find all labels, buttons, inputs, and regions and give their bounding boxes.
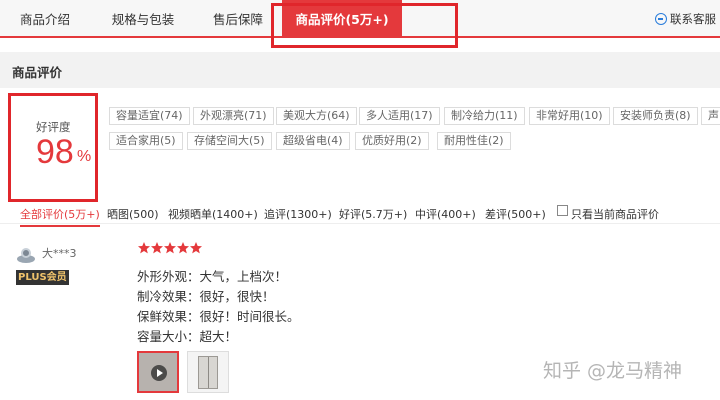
star-icon <box>151 242 163 254</box>
comment-line: 保鲜效果：很好！时间很长。 <box>137 309 300 324</box>
video-thumbnail[interactable] <box>137 351 179 393</box>
section-title: 商品评价 <box>12 65 63 80</box>
filter-neutral[interactable]: 中评(400+) <box>415 206 476 222</box>
current-only-checkbox[interactable] <box>557 205 568 216</box>
review-tag[interactable]: 美观大方(64) <box>276 107 357 125</box>
review-tag[interactable]: 非常好用(10) <box>529 107 610 125</box>
review-tag[interactable]: 适合家用(5) <box>109 132 183 150</box>
section-header: 商品评价 <box>0 52 720 88</box>
avatar <box>17 248 35 263</box>
comment-line: 外形外观：大气，上档次！ <box>137 269 288 284</box>
star-rating <box>138 242 202 254</box>
review-tag[interactable]: 声 <box>701 107 720 125</box>
star-icon <box>190 242 202 254</box>
fridge-image <box>198 356 218 389</box>
review-tag[interactable]: 外观漂亮(71) <box>193 107 274 125</box>
tab-product-intro[interactable]: 商品介绍 <box>10 0 80 36</box>
filter-negative[interactable]: 差评(500+) <box>485 206 546 222</box>
contact-service-label: 联系客服 <box>670 12 716 26</box>
play-icon <box>151 365 167 381</box>
star-icon <box>177 242 189 254</box>
rating-value: 98 <box>36 133 74 171</box>
contact-service-link[interactable]: 联系客服 <box>655 11 716 27</box>
review-tag[interactable]: 超级省电(4) <box>276 132 350 150</box>
username: 大***3 <box>42 247 77 260</box>
review-tag[interactable]: 耐用性佳(2) <box>437 132 511 150</box>
review-tag[interactable]: 存储空间大(5) <box>187 132 272 150</box>
filter-positive[interactable]: 好评(5.7万+) <box>339 206 407 222</box>
tab-spec-packaging[interactable]: 规格与包装 <box>103 0 183 36</box>
comment-line: 容量大小：超大！ <box>137 329 238 344</box>
review-tag[interactable]: 优质好用(2) <box>355 132 429 150</box>
chat-icon <box>655 13 667 25</box>
star-icon <box>138 242 150 254</box>
filter-all[interactable]: 全部评价(5万+) <box>20 206 100 227</box>
filter-row: 全部评价(5万+) 晒图(500) 视频晒单(1400+) 追评(1300+) … <box>0 202 720 227</box>
comment-line: 制冷效果：很好，很快！ <box>137 289 275 304</box>
tab-after-sales[interactable]: 售后保障 <box>203 0 273 36</box>
filter-followup[interactable]: 追评(1300+) <box>264 206 332 222</box>
review-tag[interactable]: 多人适用(17) <box>359 107 440 125</box>
review-tag[interactable]: 安装师负责(8) <box>613 107 698 125</box>
product-page: 商品介绍 规格与包装 售后保障 商品评价(5万+) 联系客服 商品评价 好评度 … <box>0 0 720 400</box>
rating-unit: % <box>77 148 92 165</box>
review-tag[interactable]: 制冷给力(11) <box>444 107 525 125</box>
filter-photos[interactable]: 晒图(500) <box>107 206 159 222</box>
photo-thumbnail[interactable] <box>187 351 229 393</box>
current-only-label: 只看当前商品评价 <box>571 208 659 221</box>
filter-video[interactable]: 视频晒单(1400+) <box>168 206 258 222</box>
plus-member-badge: PLUS会员 <box>16 270 69 285</box>
annotation-box-tab <box>271 3 458 48</box>
watermark: 知乎 @龙马精神 <box>543 360 683 382</box>
star-icon <box>164 242 176 254</box>
review-tag[interactable]: 容量适宜(74) <box>109 107 190 125</box>
